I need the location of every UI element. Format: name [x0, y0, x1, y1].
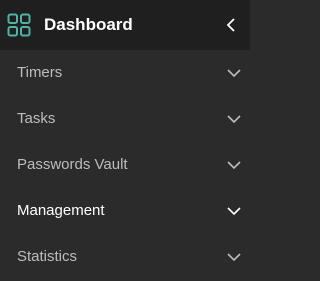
chevron-down-icon [227, 207, 241, 216]
grid-icon[interactable] [7, 13, 31, 37]
chevron-down-icon [227, 115, 241, 124]
chevron-down-icon [227, 253, 241, 262]
menu-item-passwords-vault[interactable]: Passwords Vault [0, 142, 250, 188]
chevron-down-icon [227, 161, 241, 170]
menu-item-label: Statistics [17, 248, 78, 265]
chevron-down-icon [227, 69, 241, 78]
menu-item-statistics[interactable]: Statistics [0, 234, 250, 280]
menu-item-tasks[interactable]: Tasks [0, 96, 250, 142]
menu-item-label: Management [17, 202, 105, 219]
menu-item-label: Tasks [17, 110, 56, 127]
menu-item-management[interactable]: Management [0, 188, 250, 234]
menu-item-label: Passwords Vault [17, 156, 128, 173]
menu-item-label: Timers [17, 64, 63, 81]
sidebar-header: Dashboard [0, 0, 250, 50]
sidebar-title[interactable]: Dashboard [44, 0, 133, 50]
menu-item-timers[interactable]: Timers [0, 50, 250, 96]
sidebar: Dashboard Timers Tasks Passwords Vault M… [0, 0, 250, 281]
chevron-left-icon[interactable] [224, 15, 240, 35]
